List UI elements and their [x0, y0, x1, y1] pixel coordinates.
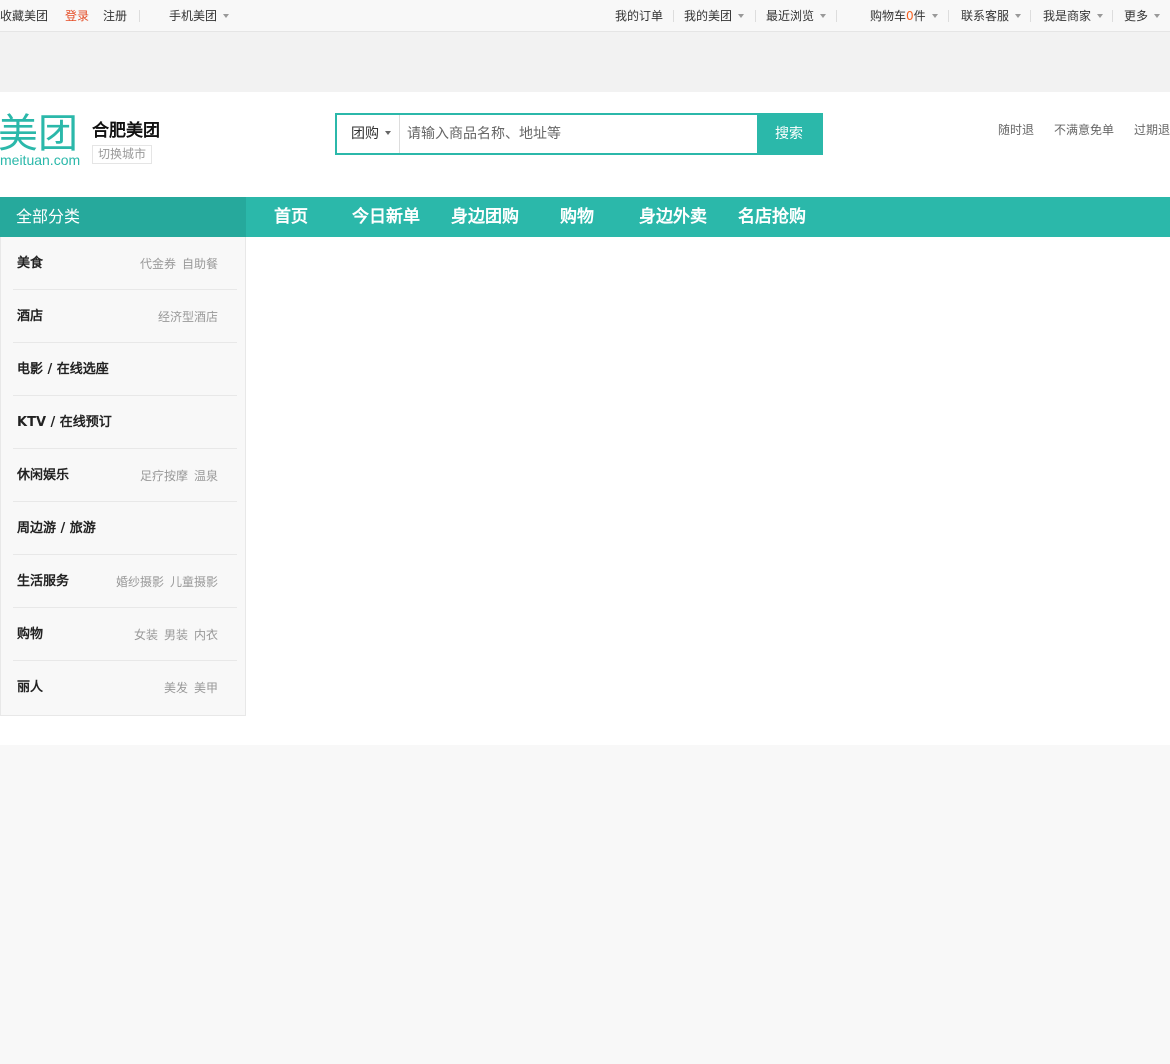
category-item-travel[interactable]: 周边游 / 旅游: [13, 502, 237, 555]
category-item-beauty[interactable]: 丽人 美发 美甲: [13, 661, 237, 714]
category-tag[interactable]: 女装: [134, 628, 158, 642]
nav-nearby-deals[interactable]: 身边团购: [451, 197, 519, 237]
search-bar: 团购 搜索: [335, 113, 823, 155]
more-label: 更多: [1124, 9, 1149, 23]
my-orders-link[interactable]: 我的订单: [615, 9, 663, 23]
category-item-movie[interactable]: 电影 / 在线选座: [13, 343, 237, 396]
cart-count: 0: [906, 9, 914, 23]
category-name: 丽人: [17, 680, 44, 695]
category-tags: 足疗按摩 温泉: [140, 468, 218, 484]
category-item-shopping[interactable]: 购物 女装 男装 内衣: [13, 608, 237, 661]
site-header: 美团 meituan.com 合肥美团 切换城市 团购 搜索 随时退 不满意免单…: [0, 92, 1170, 197]
category-name: 美食: [17, 256, 44, 271]
category-item-hotel[interactable]: 酒店 经济型酒店: [13, 290, 237, 343]
search-button[interactable]: 搜索: [757, 113, 821, 155]
merchant-label: 我是商家: [1043, 9, 1092, 23]
category-tags: 代金券 自助餐: [140, 256, 218, 272]
banner-area: [0, 32, 1170, 92]
city-name: 合肥美团: [92, 121, 160, 141]
category-item-leisure[interactable]: 休闲娱乐 足疗按摩 温泉: [13, 449, 237, 502]
logo-text: 美团: [0, 112, 78, 152]
top-bar: 收藏美团 登录 注册 手机美团 我的订单 我的美团 最近浏览 购物车0件 联系客…: [0, 0, 1170, 32]
divider: [673, 10, 674, 22]
guarantee-free-if-unsatisfied[interactable]: 不满意免单: [1054, 123, 1114, 137]
meituan-logo[interactable]: 美团: [0, 112, 84, 152]
my-meituan-label: 我的美团: [684, 9, 733, 23]
all-categories-button[interactable]: 全部分类: [0, 197, 246, 237]
category-name: KTV / 在线预订: [17, 415, 112, 430]
category-tags: 经济型酒店: [158, 309, 218, 325]
chevron-down-icon: [1154, 13, 1161, 18]
search-input[interactable]: [401, 115, 759, 153]
recent-views-menu[interactable]: 最近浏览: [766, 9, 827, 23]
category-tag[interactable]: 内衣: [194, 628, 218, 642]
customer-service-label: 联系客服: [961, 9, 1010, 23]
nav-home[interactable]: 首页: [274, 197, 308, 237]
search-type-label: 团购: [351, 126, 379, 142]
category-name: 电影 / 在线选座: [17, 362, 109, 377]
my-meituan-menu[interactable]: 我的美团: [684, 9, 745, 23]
category-tag[interactable]: 婚纱摄影: [116, 575, 164, 589]
category-tag[interactable]: 美发: [164, 681, 188, 695]
category-tag[interactable]: 儿童摄影: [170, 575, 218, 589]
nav-shopping[interactable]: 购物: [560, 197, 594, 237]
category-name: 酒店: [17, 309, 44, 324]
guarantee-refund-anytime[interactable]: 随时退: [998, 123, 1034, 137]
category-sidebar: 美食 代金券 自助餐 酒店 经济型酒店 电影 / 在线选座 KTV / 在线预订 …: [0, 237, 246, 716]
guarantee-expired-refund[interactable]: 过期退: [1134, 123, 1170, 137]
category-tag[interactable]: 经济型酒店: [158, 310, 218, 324]
chevron-down-icon: [385, 131, 391, 135]
customer-service-menu[interactable]: 联系客服: [961, 9, 1022, 23]
chevron-down-icon: [820, 13, 827, 18]
main-nav: 全部分类 首页 今日新单 身边团购 购物 身边外卖 名店抢购: [0, 197, 1170, 237]
divider: [1030, 10, 1031, 22]
category-tag[interactable]: 美甲: [194, 681, 218, 695]
divider: [1112, 10, 1113, 22]
chevron-down-icon: [1015, 13, 1022, 18]
divider: [836, 10, 837, 22]
cart-label: 购物车: [870, 9, 907, 23]
nav-takeout[interactable]: 身边外卖: [639, 197, 707, 237]
category-item-life-services[interactable]: 生活服务 婚纱摄影 儿童摄影: [13, 555, 237, 608]
divider: [139, 10, 140, 22]
category-tags: 美发 美甲: [164, 680, 218, 696]
category-item-food[interactable]: 美食 代金券 自助餐: [13, 237, 237, 290]
mobile-meituan-menu[interactable]: 手机美团: [169, 9, 230, 23]
main-content: 美食 代金券 自助餐 酒店 经济型酒店 电影 / 在线选座 KTV / 在线预订 …: [0, 237, 1170, 745]
recent-views-label: 最近浏览: [766, 9, 815, 23]
divider: [755, 10, 756, 22]
switch-city-button[interactable]: 切换城市: [92, 145, 152, 164]
cart-menu[interactable]: 购物车0件: [870, 9, 938, 23]
category-tags: 女装 男装 内衣: [134, 627, 218, 643]
category-name: 休闲娱乐: [17, 468, 70, 483]
category-tag[interactable]: 足疗按摩: [140, 469, 188, 483]
chevron-down-icon: [1097, 13, 1104, 18]
chevron-down-icon: [738, 13, 745, 18]
category-name: 周边游 / 旅游: [17, 521, 96, 536]
logo-url: meituan.com: [0, 152, 81, 168]
divider: [948, 10, 949, 22]
merchant-menu[interactable]: 我是商家: [1043, 9, 1104, 23]
login-link[interactable]: 登录: [65, 9, 89, 23]
favorite-link[interactable]: 收藏美团: [0, 9, 48, 23]
nav-famous-stores[interactable]: 名店抢购: [738, 197, 806, 237]
cart-unit: 件: [913, 9, 926, 23]
chevron-down-icon: [223, 13, 230, 18]
nav-today-new[interactable]: 今日新单: [352, 197, 420, 237]
category-tag[interactable]: 温泉: [194, 469, 218, 483]
category-tags: 婚纱摄影 儿童摄影: [116, 574, 218, 590]
category-tag[interactable]: 代金券: [140, 257, 176, 271]
category-item-ktv[interactable]: KTV / 在线预订: [13, 396, 237, 449]
category-name: 生活服务: [17, 574, 70, 589]
search-type-select[interactable]: 团购: [337, 115, 400, 153]
chevron-down-icon: [931, 13, 938, 18]
mobile-meituan-label: 手机美团: [169, 9, 218, 23]
register-link[interactable]: 注册: [103, 9, 127, 23]
category-tag[interactable]: 自助餐: [182, 257, 218, 271]
category-name: 购物: [17, 627, 44, 642]
category-tag[interactable]: 男装: [164, 628, 188, 642]
more-menu[interactable]: 更多: [1124, 9, 1161, 23]
